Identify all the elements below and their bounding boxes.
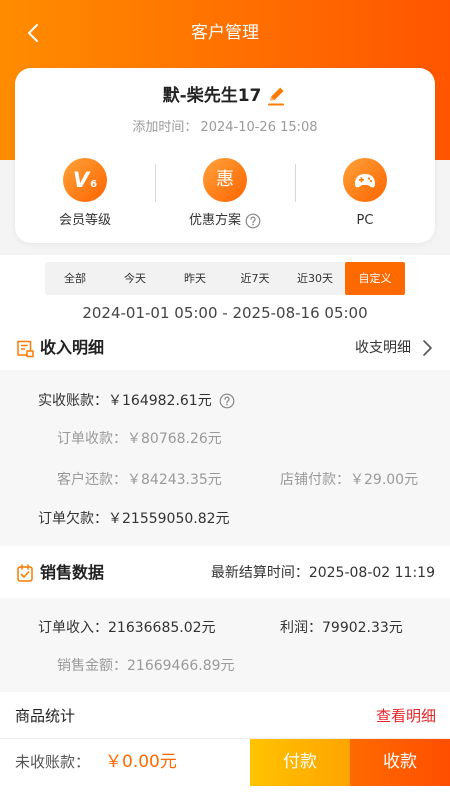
store-payment-label: 店铺付款： — [280, 472, 350, 488]
added-time-label: 添加时间： — [132, 120, 198, 135]
vip-badge-sub: 6 — [90, 179, 98, 190]
added-time-value: 2024-10-26 15:08 — [200, 120, 318, 135]
unpaid-label: 未收账款： — [15, 753, 91, 771]
order-debt-value: ￥21559050.82元 — [108, 511, 230, 527]
profit-row: 利润： 79902.33元 — [280, 618, 403, 638]
received-row: 实收账款： ￥164982.61元 — [38, 391, 235, 411]
goods-detail-link[interactable]: 查看明细 — [376, 706, 436, 726]
added-time-row: 添加时间： 2024-10-26 15:08 — [15, 118, 435, 138]
pay-button[interactable]: 付款 — [250, 739, 350, 786]
income-panel: 实收账款： ￥164982.61元 订单收款： ￥80768.26元 客户还款：… — [0, 370, 450, 546]
income-detail-link[interactable]: 收支明细 — [355, 337, 433, 359]
discount-badge-text: 惠 — [216, 169, 234, 190]
gamepad-icon — [343, 158, 387, 202]
sales-amount-row: 销售金额： 21669466.89元 — [57, 656, 235, 676]
gamepad-icon-shape — [355, 174, 375, 188]
collect-button[interactable]: 收款 — [350, 739, 450, 786]
order-payment-label: 订单收款： — [57, 431, 127, 447]
order-debt-row: 订单欠款： ￥21559050.82元 — [38, 509, 230, 529]
footer-action-bar: 未收账款： ￥0.00元 付款 收款 — [0, 738, 450, 786]
date-tab-yesterday[interactable]: 昨天 — [165, 262, 225, 295]
discount-plan-label: 优惠方案 — [188, 213, 241, 228]
income-detail-link-label: 收支明细 — [355, 340, 411, 356]
sales-amount-value: 21669466.89元 — [127, 658, 235, 674]
sales-panel: 订单收入： 21636685.02元 利润： 79902.33元 销售金额： 2… — [0, 598, 450, 692]
store-payment-row: 店铺付款： ￥29.00元 — [280, 470, 418, 490]
discount-label-wrap: 优惠方案 — [155, 211, 295, 231]
date-filter-tabs: 全部 今天 昨天 近7天 近30天 自定义 — [45, 262, 405, 295]
chevron-right-icon — [423, 340, 432, 356]
settle-time-value: 2025-08-02 11:19 — [308, 565, 435, 581]
settle-time-row: 最新结算时间： 2025-08-02 11:19 — [211, 563, 435, 583]
discount-icon: 惠 — [203, 158, 247, 202]
date-tab-7days[interactable]: 近7天 — [225, 262, 285, 295]
goods-stats-title: 商品统计 — [15, 707, 76, 725]
unpaid-value: ￥0.00元 — [105, 752, 177, 772]
help-icon[interactable] — [245, 213, 261, 229]
order-payment-row: 订单收款： ￥80768.26元 — [57, 429, 222, 449]
date-tab-today[interactable]: 今天 — [105, 262, 165, 295]
member-level-label: 会员等级 — [58, 213, 111, 228]
date-tab-30days[interactable]: 近30天 — [285, 262, 345, 295]
customer-name-row: 默-柴先生17 — [15, 84, 435, 108]
order-income-row: 订单收入： 21636685.02元 — [38, 618, 216, 638]
order-payment-value: ￥80768.26元 — [127, 431, 222, 447]
sales-section-title: 销售数据 — [40, 563, 105, 582]
member-level-item[interactable]: V 6 会员等级 — [15, 158, 155, 238]
customer-repayment-label: 客户还款： — [57, 472, 127, 488]
settle-time-label: 最新结算时间： — [210, 565, 309, 581]
profit-label: 利润： — [280, 620, 322, 636]
customer-card: 默-柴先生17 添加时间： 2024-10-26 15:08 V 6 会员等级 惠… — [15, 68, 435, 243]
date-range-text[interactable]: 2024-01-01 05:00 - 2025-08-16 05:00 — [0, 302, 450, 324]
order-income-value: 21636685.02元 — [108, 620, 216, 636]
store-payment-value: ￥29.00元 — [350, 472, 419, 488]
date-tab-all[interactable]: 全部 — [45, 262, 105, 295]
page-title: 客户管理 — [191, 23, 259, 43]
document-icon — [17, 340, 34, 358]
vip-level-icon: V 6 — [63, 158, 107, 202]
order-debt-label: 订单欠款： — [38, 511, 108, 527]
device-label-wrap: PC — [295, 211, 435, 231]
customer-repayment-value: ￥84243.35元 — [127, 472, 222, 488]
device-label: PC — [356, 213, 374, 228]
help-icon[interactable] — [219, 393, 235, 409]
edit-icon[interactable] — [265, 85, 287, 107]
discount-plan-item[interactable]: 惠 优惠方案 — [155, 158, 295, 238]
order-income-label: 订单收入： — [38, 620, 108, 636]
received-value: ￥164982.61元 — [108, 393, 212, 409]
income-section-title: 收入明细 — [40, 338, 105, 357]
member-level-label-wrap: 会员等级 — [15, 211, 155, 231]
device-item[interactable]: PC — [295, 158, 435, 238]
profit-value: 79902.33元 — [322, 620, 403, 636]
received-label: 实收账款： — [38, 393, 108, 409]
date-tab-custom[interactable]: 自定义 — [345, 262, 405, 295]
clipboard-check-icon — [17, 564, 33, 582]
customer-name: 默-柴先生17 — [162, 86, 262, 106]
customer-repayment-row: 客户还款： ￥84243.35元 — [57, 470, 222, 490]
vip-badge-main: V — [72, 168, 90, 192]
sales-amount-label: 销售金额： — [57, 658, 127, 674]
